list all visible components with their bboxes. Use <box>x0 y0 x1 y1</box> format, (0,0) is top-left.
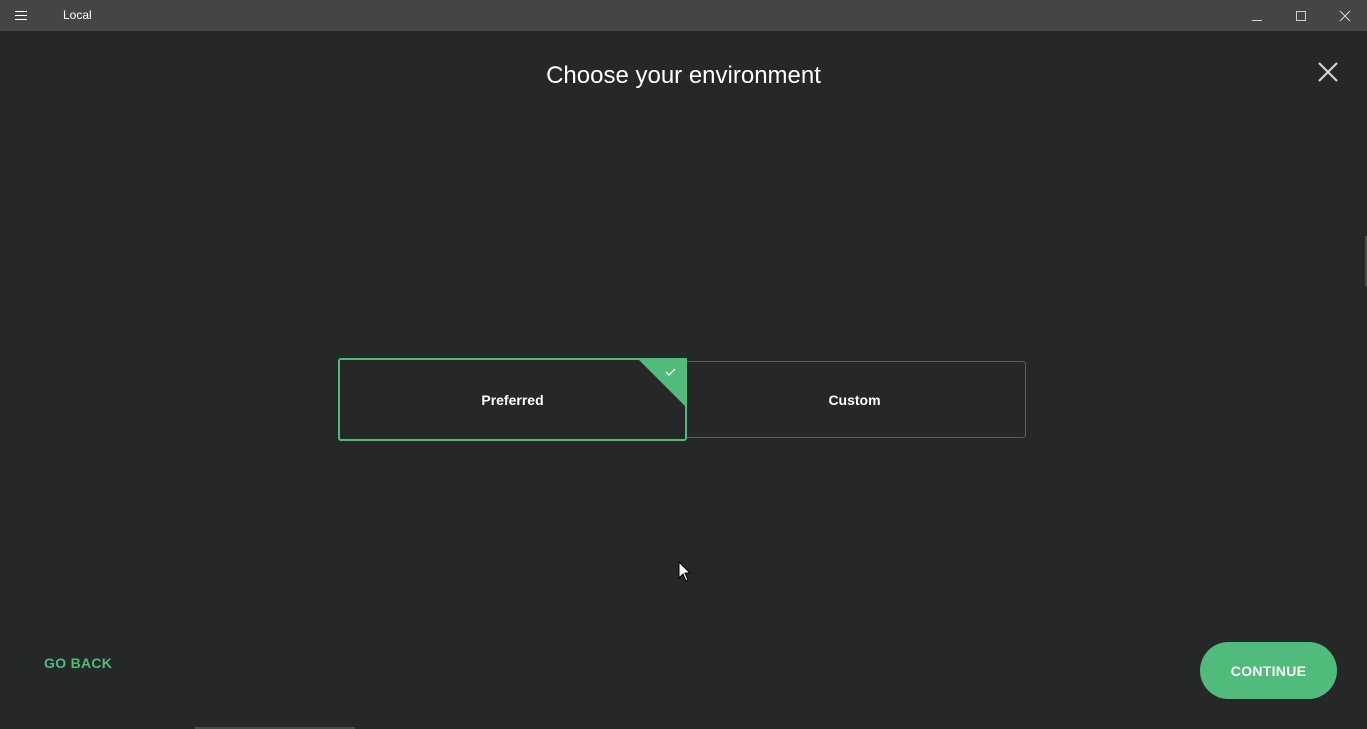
page-title: Choose your environment <box>546 62 821 89</box>
close-icon <box>1339 10 1351 21</box>
title-bar: Local <box>0 0 1367 31</box>
window-close-button[interactable] <box>1323 0 1367 31</box>
go-back-link[interactable]: GO BACK <box>44 655 112 671</box>
option-custom-label: Custom <box>828 391 881 408</box>
option-custom[interactable]: Custom <box>684 361 1026 438</box>
checkmark-icon <box>637 358 687 408</box>
hamburger-icon[interactable] <box>8 4 34 26</box>
maximize-icon <box>1296 10 1306 21</box>
minimize-icon <box>1252 19 1262 21</box>
minimize-button[interactable] <box>1235 0 1279 31</box>
option-preferred-label: Preferred <box>481 391 544 408</box>
option-preferred[interactable]: Preferred <box>338 358 687 441</box>
selected-check-badge <box>637 358 687 408</box>
close-dialog-button[interactable] <box>1312 56 1344 88</box>
mouse-pointer-icon <box>678 561 692 582</box>
maximize-button[interactable] <box>1279 0 1323 31</box>
window-title: Local <box>63 8 92 22</box>
close-icon <box>1318 62 1338 82</box>
continue-button[interactable]: CONTINUE <box>1200 642 1337 699</box>
app-window: Local Choose your environment Preferred <box>0 0 1367 729</box>
